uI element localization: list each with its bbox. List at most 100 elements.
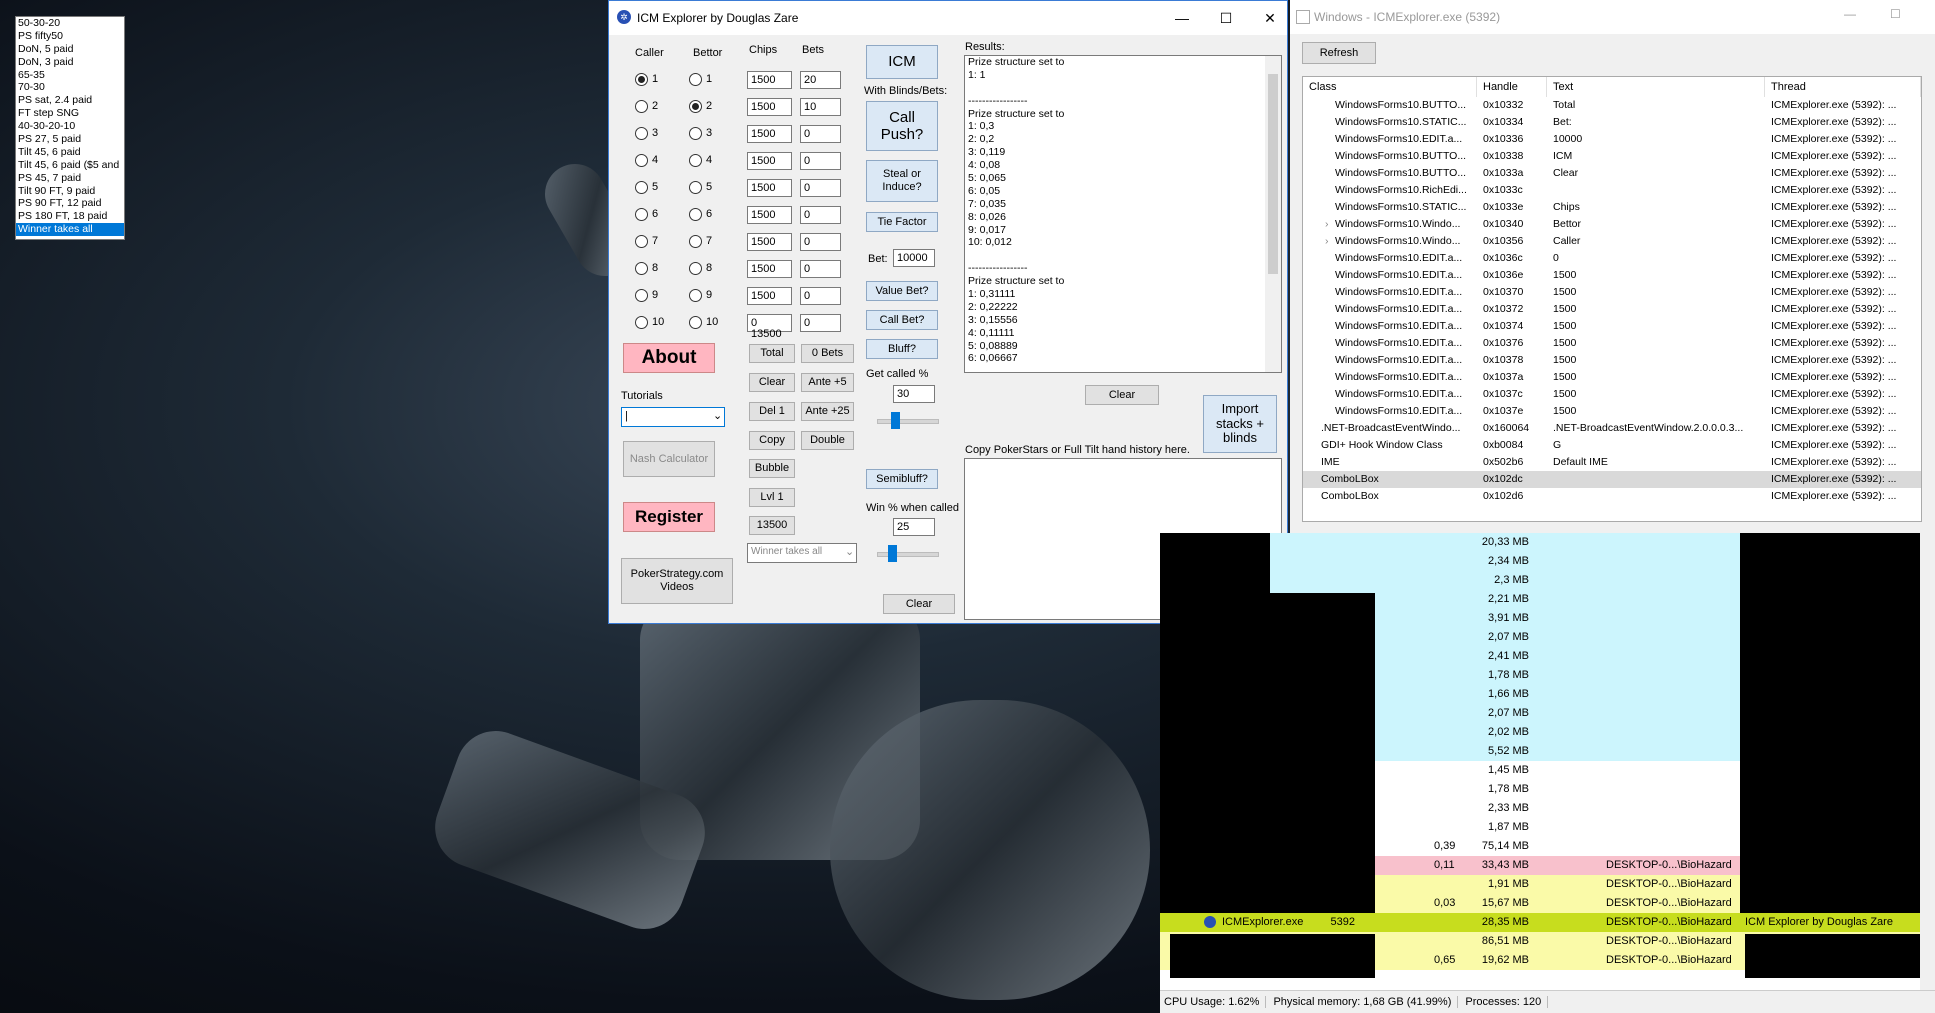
stack-13500-button[interactable]: 13500 <box>749 516 795 535</box>
ante-5-button[interactable]: Ante +5 <box>801 373 854 392</box>
close-icon[interactable]: ✕ <box>1255 7 1285 29</box>
dropdown-option[interactable]: PS 180 FT, 18 paid <box>16 210 124 223</box>
caller-radio[interactable] <box>635 127 648 140</box>
dropdown-option[interactable]: Tilt 45, 6 paid <box>16 146 124 159</box>
chips-input[interactable]: 1500 <box>747 260 792 278</box>
win-slider-track[interactable] <box>877 552 939 557</box>
table-row[interactable]: IME 0x502b6 Default IME ICMExplorer.exe (53… <box>1303 454 1921 471</box>
dropdown-option[interactable]: Tilt 90 FT, 9 paid <box>16 185 124 198</box>
steal-or-induce-button[interactable]: Steal or Induce? <box>866 160 938 202</box>
table-row[interactable]: › WindowsForms10.Windo... 0x10340 Bettor ICM… <box>1303 216 1921 233</box>
table-row[interactable]: .NET-BroadcastEventWindo... 0x160064 .NET-… <box>1303 420 1921 437</box>
dropdown-option[interactable]: 40-30-20-10 <box>16 120 124 133</box>
double-button[interactable]: Double <box>801 431 854 450</box>
table-row[interactable]: WindowsForms10.EDIT.a... 0x1036e 1500 ICMEx… <box>1303 267 1921 284</box>
pokerstrategy-videos-button[interactable]: PokerStrategy.com Videos <box>621 558 733 604</box>
chevron-down-icon[interactable]: ⌄ <box>845 545 854 558</box>
bubble-button[interactable]: Bubble <box>749 459 795 478</box>
caller-radio[interactable] <box>635 154 648 167</box>
chevron-right-icon[interactable]: › <box>1325 216 1329 233</box>
vertical-scrollbar[interactable] <box>1920 533 1935 991</box>
chips-input[interactable]: 1500 <box>747 233 792 251</box>
bettor-radio[interactable] <box>689 127 702 140</box>
table-row[interactable]: WindowsForms10.STATIC... 0x10334 Bet: ICMEx… <box>1303 114 1921 131</box>
table-row[interactable]: WindowsForms10.BUTTO... 0x1033a Clear ICMEx… <box>1303 165 1921 182</box>
import-stacks-button[interactable]: Import stacks + blinds <box>1203 395 1277 453</box>
value-bet-button[interactable]: Value Bet? <box>866 281 938 301</box>
dropdown-option[interactable]: 70-30 <box>16 81 124 94</box>
nash-calculator-button[interactable]: Nash Calculator <box>623 441 715 477</box>
get-called-slider-track[interactable] <box>877 419 939 424</box>
bets-input[interactable]: 20 <box>800 71 841 89</box>
minimize-icon[interactable]: — <box>1167 7 1197 29</box>
get-called-input[interactable]: 30 <box>893 385 935 403</box>
call-bet-button[interactable]: Call Bet? <box>866 310 938 330</box>
caller-radio[interactable] <box>635 73 648 86</box>
bettor-radio[interactable] <box>689 262 702 275</box>
clear-results-button[interactable]: Clear <box>1085 385 1159 405</box>
table-row[interactable]: WindowsForms10.BUTTO... 0x10338 ICM ICMExpl… <box>1303 148 1921 165</box>
minimize-icon[interactable]: — <box>1844 7 1856 21</box>
column-header[interactable]: Handle <box>1477 77 1547 97</box>
dropdown-option[interactable]: PS 27, 5 paid <box>16 133 124 146</box>
dropdown-option[interactable]: 65-35 <box>16 69 124 82</box>
table-row[interactable]: WindowsForms10.EDIT.a... 0x10372 1500 ICMEx… <box>1303 301 1921 318</box>
dropdown-option[interactable]: PS sat, 2.4 paid <box>16 94 124 107</box>
caller-radio[interactable] <box>635 208 648 221</box>
tutorials-combobox[interactable]: | <box>621 407 725 427</box>
bets-input[interactable]: 10 <box>800 98 841 116</box>
table-row[interactable]: WindowsForms10.EDIT.a... 0x1037e 1500 ICMEx… <box>1303 403 1921 420</box>
dropdown-option[interactable]: PS 90 FT, 12 paid <box>16 197 124 210</box>
chips-input[interactable]: 1500 <box>747 179 792 197</box>
table-row[interactable]: ComboLBox 0x102d6 ICMExplorer.exe (5392): … <box>1303 488 1921 505</box>
clear-mid-button[interactable]: Clear <box>883 594 955 614</box>
caller-radio[interactable] <box>635 316 648 329</box>
table-row[interactable]: WindowsForms10.EDIT.a... 0x10374 1500 ICMEx… <box>1303 318 1921 335</box>
clear-button[interactable]: Clear <box>749 373 795 392</box>
del-1-button[interactable]: Del 1 <box>749 402 795 421</box>
win-slider-thumb[interactable] <box>888 545 897 562</box>
bettor-radio[interactable] <box>689 208 702 221</box>
bluff-button[interactable]: Bluff? <box>866 339 938 359</box>
bets-input[interactable]: 0 <box>800 179 841 197</box>
table-row[interactable]: WindowsForms10.EDIT.a... 0x10378 1500 ICMEx… <box>1303 352 1921 369</box>
chevron-right-icon[interactable]: › <box>1325 233 1329 250</box>
table-row[interactable]: WindowsForms10.EDIT.a... 0x10336 10000 ICME… <box>1303 131 1921 148</box>
bettor-radio[interactable] <box>689 154 702 167</box>
about-button[interactable]: About <box>623 343 715 373</box>
bettor-radio[interactable] <box>689 100 702 113</box>
table-row[interactable]: WindowsForms10.STATIC... 0x1033e Chips ICME… <box>1303 199 1921 216</box>
table-row[interactable]: › WindowsForms10.Windo... 0x10356 Caller ICM… <box>1303 233 1921 250</box>
chips-input[interactable]: 1500 <box>747 71 792 89</box>
bets-input[interactable]: 0 <box>800 125 841 143</box>
table-row[interactable]: WindowsForms10.BUTTO... 0x10332 Total ICMEx… <box>1303 97 1921 114</box>
table-row[interactable]: GDI+ Hook Window Class 0xb0084 G ICMExplore… <box>1303 437 1921 454</box>
table-row[interactable]: WindowsForms10.RichEdi... 0x1033c ICMExplo… <box>1303 182 1921 199</box>
bet-input[interactable]: 10000 <box>893 249 935 267</box>
win-when-called-input[interactable]: 25 <box>893 518 935 536</box>
maximize-icon[interactable]: ☐ <box>1890 7 1901 21</box>
bets-input[interactable]: 0 <box>800 260 841 278</box>
zero-bets-button[interactable]: 0 Bets <box>801 344 854 363</box>
results-scrollbar[interactable] <box>1265 56 1281 372</box>
total-button[interactable]: Total <box>749 344 795 363</box>
icm-button[interactable]: ICM <box>866 45 938 79</box>
get-called-slider-thumb[interactable] <box>891 412 900 429</box>
chips-input[interactable]: 1500 <box>747 125 792 143</box>
bets-input[interactable]: 0 <box>800 233 841 251</box>
dropdown-option[interactable]: PS fifty50 <box>16 30 124 43</box>
bets-input[interactable]: 0 <box>800 314 841 332</box>
bets-input[interactable]: 0 <box>800 287 841 305</box>
dropdown-option[interactable]: DoN, 5 paid <box>16 43 124 56</box>
bettor-radio[interactable] <box>689 181 702 194</box>
payout-select[interactable]: Winner takes all <box>747 543 857 563</box>
table-row[interactable]: WindowsForms10.EDIT.a... 0x1037c 1500 ICMEx… <box>1303 386 1921 403</box>
caller-radio[interactable] <box>635 100 648 113</box>
window-tree-table[interactable]: Class Handle Text Thread WindowsForms10.BUTT… <box>1302 76 1922 522</box>
bettor-radio[interactable] <box>689 289 702 302</box>
caller-radio[interactable] <box>635 181 648 194</box>
bettor-radio[interactable] <box>689 316 702 329</box>
register-button[interactable]: Register <box>623 502 715 532</box>
dropdown-option[interactable]: Tilt 45, 6 paid ($5 and <box>16 159 124 172</box>
refresh-button[interactable]: Refresh <box>1302 42 1376 64</box>
